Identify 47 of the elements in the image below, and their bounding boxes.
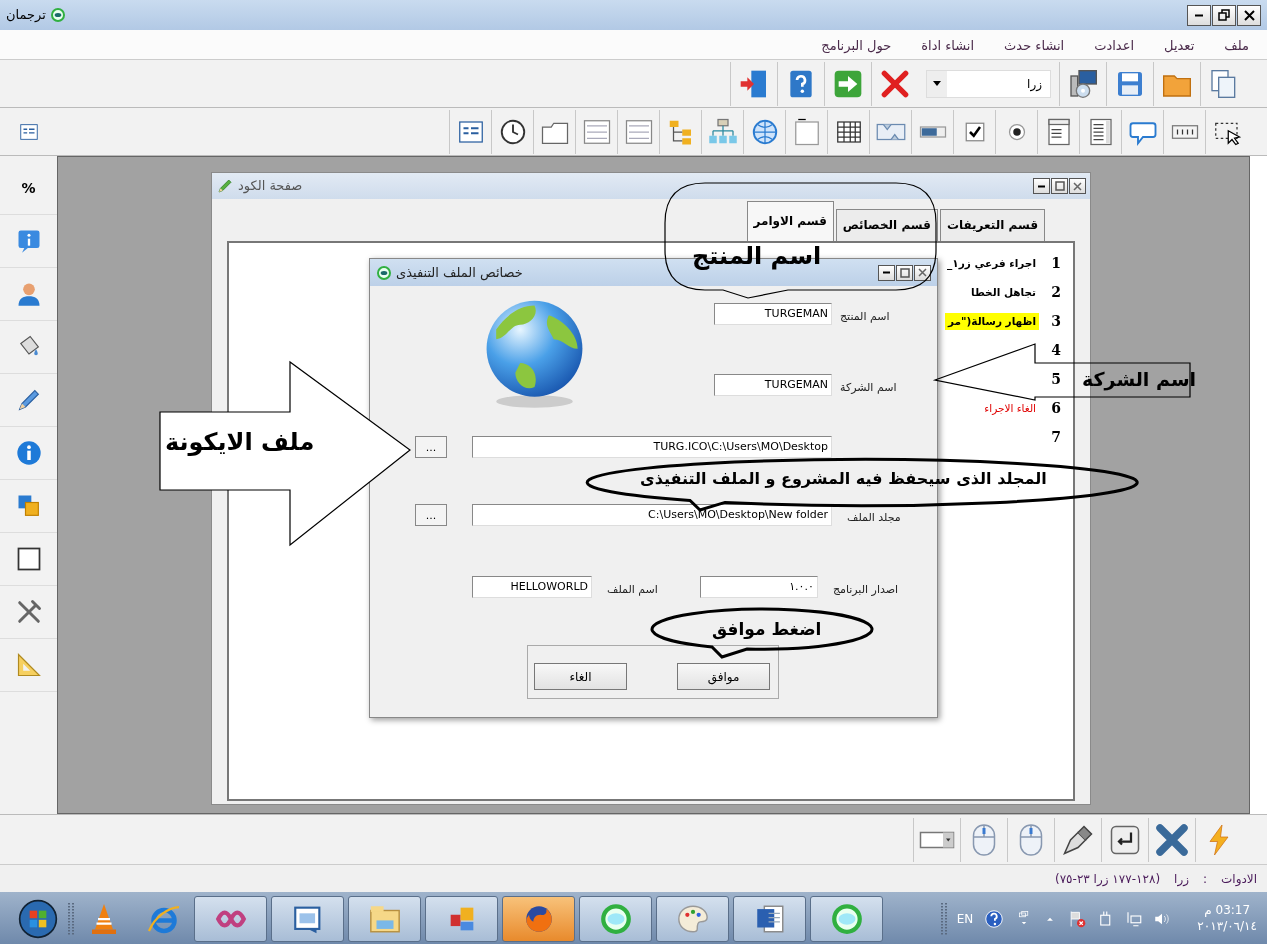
menu-item[interactable]: اعدادت (1094, 30, 1135, 59)
field-label: اصدار البرنامج (832, 581, 899, 598)
text-field[interactable]: TURG.ICO\C:\Users\MO\Desktop (472, 436, 832, 458)
line-number: 4 (1050, 341, 1062, 360)
field-label: اسم الملف (607, 581, 658, 598)
line-number: 2 (1050, 283, 1062, 302)
line-number: 3 (1050, 312, 1062, 331)
code-line: تجاهل الخطا (969, 284, 1037, 300)
text-field[interactable]: TURGEMAN (714, 303, 832, 325)
status-bounds: (١٢٨-١٧٧ زرا ٢٣-٧٥) (1054, 870, 1161, 888)
code-line: الغاء الاجراء (983, 400, 1037, 417)
field-label: اسم المنتج (840, 309, 890, 325)
control-dropdown[interactable]: زرا (926, 69, 1051, 98)
field-label: مجلد الملف (847, 510, 901, 526)
line-number: 5 (1050, 370, 1062, 389)
text-field[interactable]: ١.٠.٠ (699, 575, 818, 598)
browse-button[interactable]: ... (415, 504, 447, 526)
text-field[interactable]: HELLOWORLD (472, 575, 592, 598)
menu-item[interactable]: تعديل (1164, 30, 1195, 59)
menu-item[interactable]: ملف (1224, 30, 1249, 59)
field-label: اسم الشركة (840, 379, 897, 396)
line-number: 1 (1050, 254, 1062, 273)
menu-item[interactable]: انشاء حدث (1004, 30, 1065, 59)
menu-item[interactable]: انشاء اداة (921, 30, 975, 59)
line-number: 6 (1050, 399, 1062, 418)
callout-text: المجلد الذى سيحفظ فيه المشروع و الملف التنفيذى (640, 468, 1047, 490)
percent-tool[interactable]: % (21, 177, 36, 199)
text-field[interactable]: C:\Users\MO\Desktop\New folder (472, 504, 832, 526)
callout-text: ملف الايكونة (165, 427, 315, 458)
status-label: الادوات (1221, 870, 1257, 888)
text-field[interactable]: TURGEMAN (714, 373, 832, 396)
window-title: ترجمان (6, 6, 46, 25)
browse-button[interactable]: ... (415, 436, 447, 458)
callout-text: اضغط موافق (712, 618, 822, 642)
tab[interactable]: قسم الخصائص (835, 209, 938, 241)
ok-button[interactable]: موافق (677, 663, 770, 690)
callout-text: اسم المنتج (692, 241, 822, 272)
status-control: زرا (1174, 869, 1189, 888)
cancel-button[interactable]: الغاء (534, 663, 627, 690)
line-number: 7 (1050, 428, 1062, 447)
menu-item[interactable]: حول البرنامج (821, 30, 892, 59)
tab[interactable]: قسم الاوامر (746, 201, 834, 241)
status-separator: : (1203, 870, 1208, 888)
dialog-title: خصائص الملف التنفيذى (396, 263, 523, 283)
window-title: صفحة الكود (238, 177, 303, 196)
code-line: اجراء فرعي زر١_ (946, 255, 1037, 272)
tab[interactable]: قسم التعريفات (939, 209, 1045, 241)
